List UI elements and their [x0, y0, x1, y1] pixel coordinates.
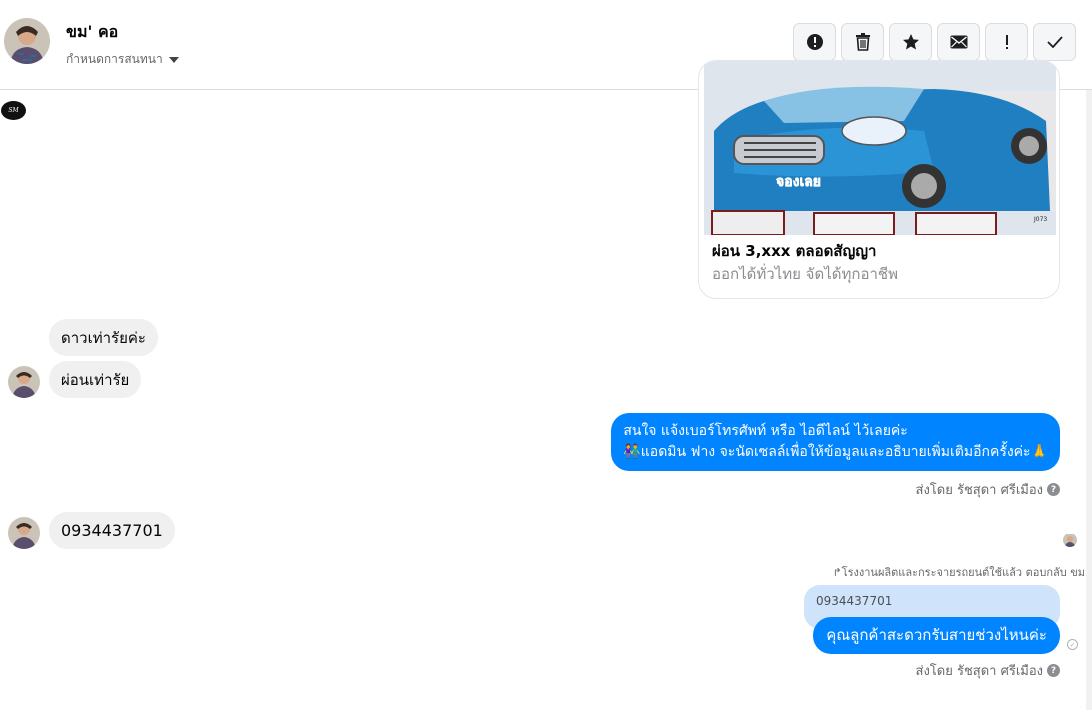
check-icon [1046, 36, 1063, 48]
envelope-icon [950, 35, 967, 49]
conversation-settings-dropdown[interactable]: กำหนดการสนทนา [66, 50, 179, 69]
product-subtitle: ออกได้ทั่วไทย จัดได้ทุกอาชีพ [712, 265, 898, 283]
sent-by-label: ส่งโดย รัชสุดา ศรีเมือง ? [916, 660, 1060, 681]
exclamation-icon [1005, 35, 1008, 49]
outgoing-message-line: 👫แอดมิน ฟาง จะนัดเซลล์เพื่อให้ข้อมูลและอ… [623, 444, 1048, 460]
contact-name[interactable]: ขม' คอ [66, 20, 118, 45]
star-button[interactable] [889, 23, 932, 61]
mark-unread-button[interactable] [937, 23, 980, 61]
trash-icon [855, 33, 870, 51]
contact-avatar[interactable] [4, 18, 50, 64]
outgoing-message[interactable]: สนใจ แจ้งเบอร์โทรศัพท์ หรือ ไอดีไลน์ ไว้… [611, 413, 1060, 471]
sent-by-text: ส่งโดย รัชสุดา ศรีเมือง [915, 664, 1043, 679]
conversation-settings-label: กำหนดการสนทนา [66, 52, 163, 66]
page-logo-avatar: SM [1, 101, 26, 120]
messenger-conversation: ขม' คอ กำหนดการสนทนา SM จองเลย J073 ผ่อน… [0, 0, 1092, 710]
important-button[interactable] [985, 23, 1028, 61]
outgoing-message-line: สนใจ แจ้งเบอร์โทรศัพท์ หรือ ไอดีไลน์ ไว้… [623, 423, 908, 439]
help-icon[interactable]: ? [1047, 483, 1060, 496]
help-icon[interactable]: ? [1047, 664, 1060, 677]
image-code: J073 [1033, 216, 1047, 223]
conversation-toolbar [793, 23, 1076, 61]
sent-by-text: ส่งโดย รัชสุดา ศรีเมือง [915, 483, 1043, 498]
contact-avatar-small[interactable] [8, 366, 40, 398]
read-receipt-avatar [1063, 533, 1077, 547]
product-image[interactable]: จองเลย J073 [704, 61, 1056, 236]
report-button[interactable] [793, 23, 836, 61]
reserve-badge: จองเลย [776, 174, 821, 190]
mark-done-button[interactable] [1033, 23, 1076, 61]
reply-context-note: ↱โรงงานผลิตและกระจายรถยนต์ใช้แล้ว ตอบกลั… [832, 566, 1088, 579]
incoming-message[interactable]: ดาวเท่ารัยค่ะ [49, 319, 158, 356]
sent-by-label: ส่งโดย รัชสุดา ศรีเมือง ? [916, 479, 1060, 500]
sent-check-icon: ✓ [1067, 639, 1078, 650]
caret-down-icon [168, 56, 179, 63]
alert-circle-icon [806, 34, 823, 50]
product-card[interactable]: จองเลย J073 ผ่อน 3,xxx ตลอดสัญญา ออกได้ท… [698, 60, 1060, 299]
outgoing-message[interactable]: คุณลูกค้าสะดวกรับสายช่วงไหนค่ะ [813, 617, 1060, 654]
product-title: ผ่อน 3,xxx ตลอดสัญญา [712, 242, 877, 260]
incoming-message[interactable]: 0934437701 [49, 512, 175, 549]
incoming-message[interactable]: ผ่อนเท่ารัย [49, 361, 142, 398]
contact-avatar-small[interactable] [8, 517, 40, 549]
star-icon [902, 34, 919, 50]
delete-button[interactable] [841, 23, 884, 61]
scrollbar[interactable] [1086, 90, 1092, 710]
